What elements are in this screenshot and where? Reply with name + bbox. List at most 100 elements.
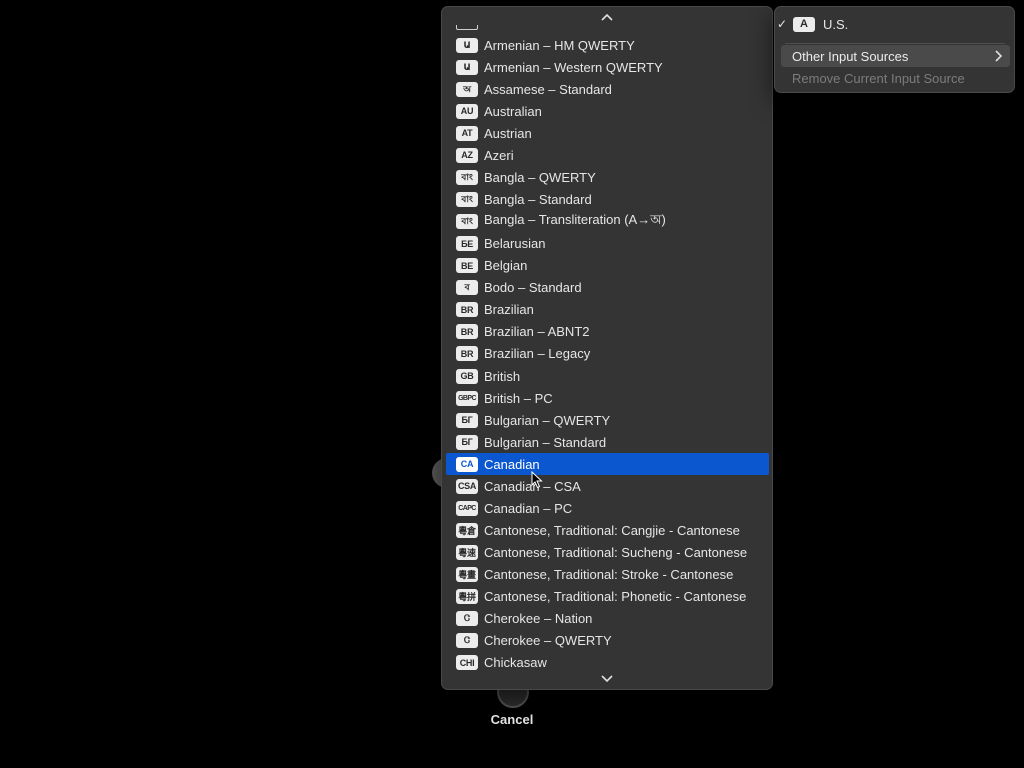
- input-source-label: Belarusian: [484, 236, 546, 252]
- us-input-icon: A: [793, 16, 815, 32]
- input-source-label: Cherokee – QWERTY: [484, 633, 612, 649]
- input-source-item[interactable]: বাং Bangla – QWERTY: [446, 166, 769, 188]
- input-source-icon: BR: [456, 324, 478, 340]
- screen: Cancel Ա Armenian – HM QWERTY Ա Armenian – …: [0, 0, 1024, 768]
- input-source-item[interactable]: AT Austrian: [446, 122, 769, 144]
- input-source-item[interactable]: BR Brazilian – ABNT2: [446, 321, 769, 343]
- input-source-item[interactable]: CSA Canadian – CSA: [446, 475, 769, 497]
- input-source-item[interactable]: 粵倉 Cantonese, Traditional: Cangjie - Cant…: [446, 520, 769, 542]
- input-source-icon: AT: [456, 125, 478, 141]
- checkmark-icon: ✓: [777, 17, 788, 31]
- input-source-icon: BR: [456, 302, 478, 318]
- current-input-label: U.S.: [823, 16, 849, 32]
- input-source-item[interactable]: BE Belgian: [446, 255, 769, 277]
- input-source-icon: 粵拼: [456, 589, 478, 605]
- input-source-item[interactable]: Ա Armenian – HM QWERTY: [446, 34, 769, 56]
- input-source-label: Brazilian – ABNT2: [484, 324, 590, 340]
- input-source-menu: ✓ A U.S. Other Input Sources Remove Curr…: [774, 6, 1015, 93]
- input-source-item[interactable]: 粵畫 Cantonese, Traditional: Stroke - Canto…: [446, 564, 769, 586]
- input-source-item[interactable]: 粵拼 Cantonese, Traditional: Phonetic - Can…: [446, 586, 769, 608]
- input-source-label: Assamese – Standard: [484, 81, 612, 97]
- input-source-item[interactable]: CAPC Canadian – PC: [446, 497, 769, 519]
- input-source-icon: বাং: [456, 191, 478, 207]
- current-input-source[interactable]: ✓ A U.S.: [775, 13, 1014, 35]
- input-source-item[interactable]: БЕ Belarusian: [446, 233, 769, 255]
- input-source-icon: CHI: [456, 655, 478, 671]
- input-source-icon: অ: [456, 81, 478, 97]
- input-source-label: Bangla – Transliteration (A→অ): [484, 212, 666, 228]
- input-source-item[interactable]: БГ Bulgarian – QWERTY: [446, 409, 769, 431]
- chevron-up-icon[interactable]: [442, 9, 772, 25]
- input-source-item[interactable]: ব Bodo – Standard: [446, 277, 769, 299]
- input-source-icon: AZ: [456, 147, 478, 163]
- input-source-icon: 粵畫: [456, 567, 478, 583]
- input-source-label: Austrian: [484, 125, 532, 141]
- input-source-label: Cantonese, Traditional: Phonetic - Canto…: [484, 589, 747, 605]
- menu-separator: [785, 43, 1005, 44]
- input-source-label: British – PC: [484, 390, 553, 406]
- input-source-item[interactable]: БГ Bulgarian – Standard: [446, 431, 769, 453]
- input-source-item[interactable]: BR Brazilian: [446, 299, 769, 321]
- input-source-icon: Ꮳ: [456, 633, 478, 649]
- input-source-label: Armenian – HM QWERTY: [484, 37, 635, 53]
- cancel-label[interactable]: Cancel: [472, 712, 552, 727]
- mouse-pointer-icon: [531, 471, 543, 489]
- input-source-label: Canadian – PC: [484, 500, 573, 516]
- input-source-icon: BR: [456, 346, 478, 362]
- input-source-icon: BE: [456, 258, 478, 274]
- input-source-icon: 粵速: [456, 545, 478, 561]
- input-source-item[interactable]: Ꮳ Cherokee – QWERTY: [446, 630, 769, 652]
- input-source-label: Cantonese, Traditional: Sucheng - Canton…: [484, 545, 748, 561]
- input-source-label: Azeri: [484, 147, 514, 163]
- other-input-sources-item[interactable]: Other Input Sources: [781, 45, 1010, 67]
- input-source-item[interactable]: অ Assamese – Standard: [446, 78, 769, 100]
- input-source-item[interactable]: Ա Armenian – Western QWERTY: [446, 56, 769, 78]
- input-source-label: Armenian – Western QWERTY: [484, 59, 663, 75]
- input-source-icon: ব: [456, 280, 478, 296]
- input-source-icon: Ꮳ: [456, 611, 478, 627]
- input-source-icon: БГ: [456, 412, 478, 428]
- input-source-item[interactable]: বাং Bangla – Transliteration (A→অ): [446, 211, 769, 233]
- input-source-icon: AU: [456, 103, 478, 119]
- input-source-item[interactable]: 粵速 Cantonese, Traditional: Sucheng - Cant…: [446, 542, 769, 564]
- input-source-item[interactable]: BR Brazilian – Legacy: [446, 343, 769, 365]
- input-source-icon: GB: [456, 368, 478, 384]
- input-source-icon: 粵倉: [456, 523, 478, 539]
- input-source-label: Australian: [484, 103, 542, 119]
- remove-input-source-item: Remove Current Input Source: [781, 67, 1010, 89]
- input-source-label: Cherokee – Nation: [484, 611, 593, 627]
- input-source-label: Brazilian: [484, 302, 534, 318]
- input-source-icon: БЕ: [456, 236, 478, 252]
- input-source-icon: Ա: [456, 59, 478, 75]
- chevron-down-icon[interactable]: [442, 671, 772, 687]
- input-source-label: Bulgarian – Standard: [484, 434, 607, 450]
- input-source-icon: GBPC: [456, 390, 478, 406]
- input-source-label: Bangla – QWERTY: [484, 169, 596, 185]
- input-source-label: Canadian: [484, 456, 540, 472]
- input-source-item[interactable]: Ꮳ Cherokee – Nation: [446, 608, 769, 630]
- input-source-label: Chickasaw: [484, 655, 547, 671]
- input-source-item[interactable]: বাং Bangla – Standard: [446, 188, 769, 210]
- input-source-item[interactable]: GBPC British – PC: [446, 387, 769, 409]
- input-source-item[interactable]: GB British: [446, 365, 769, 387]
- partial-item-badge: [456, 25, 478, 30]
- input-source-icon: বাং: [456, 214, 478, 230]
- other-input-sources-label: Other Input Sources: [792, 48, 909, 64]
- input-source-label: British: [484, 368, 521, 384]
- input-source-label: Cantonese, Traditional: Stroke - Cantone…: [484, 567, 734, 583]
- chevron-right-icon: [995, 50, 1002, 62]
- input-source-item[interactable]: AU Australian: [446, 100, 769, 122]
- input-source-label: Bulgarian – QWERTY: [484, 412, 611, 428]
- input-source-icon: CAPC: [456, 500, 478, 516]
- input-source-item[interactable]: CA Canadian: [446, 453, 769, 476]
- input-source-icon: CA: [456, 456, 478, 472]
- remove-input-source-label: Remove Current Input Source: [792, 70, 965, 86]
- input-source-icon: БГ: [456, 434, 478, 450]
- input-source-item[interactable]: AZ Azeri: [446, 144, 769, 166]
- input-source-label: Bangla – Standard: [484, 191, 592, 207]
- input-source-label: Belgian: [484, 258, 528, 274]
- input-source-label: Bodo – Standard: [484, 280, 582, 296]
- input-source-list-menu: Ա Armenian – HM QWERTY Ա Armenian – Western…: [441, 6, 773, 690]
- input-source-icon: Ա: [456, 37, 478, 53]
- input-source-label: Brazilian – Legacy: [484, 346, 591, 362]
